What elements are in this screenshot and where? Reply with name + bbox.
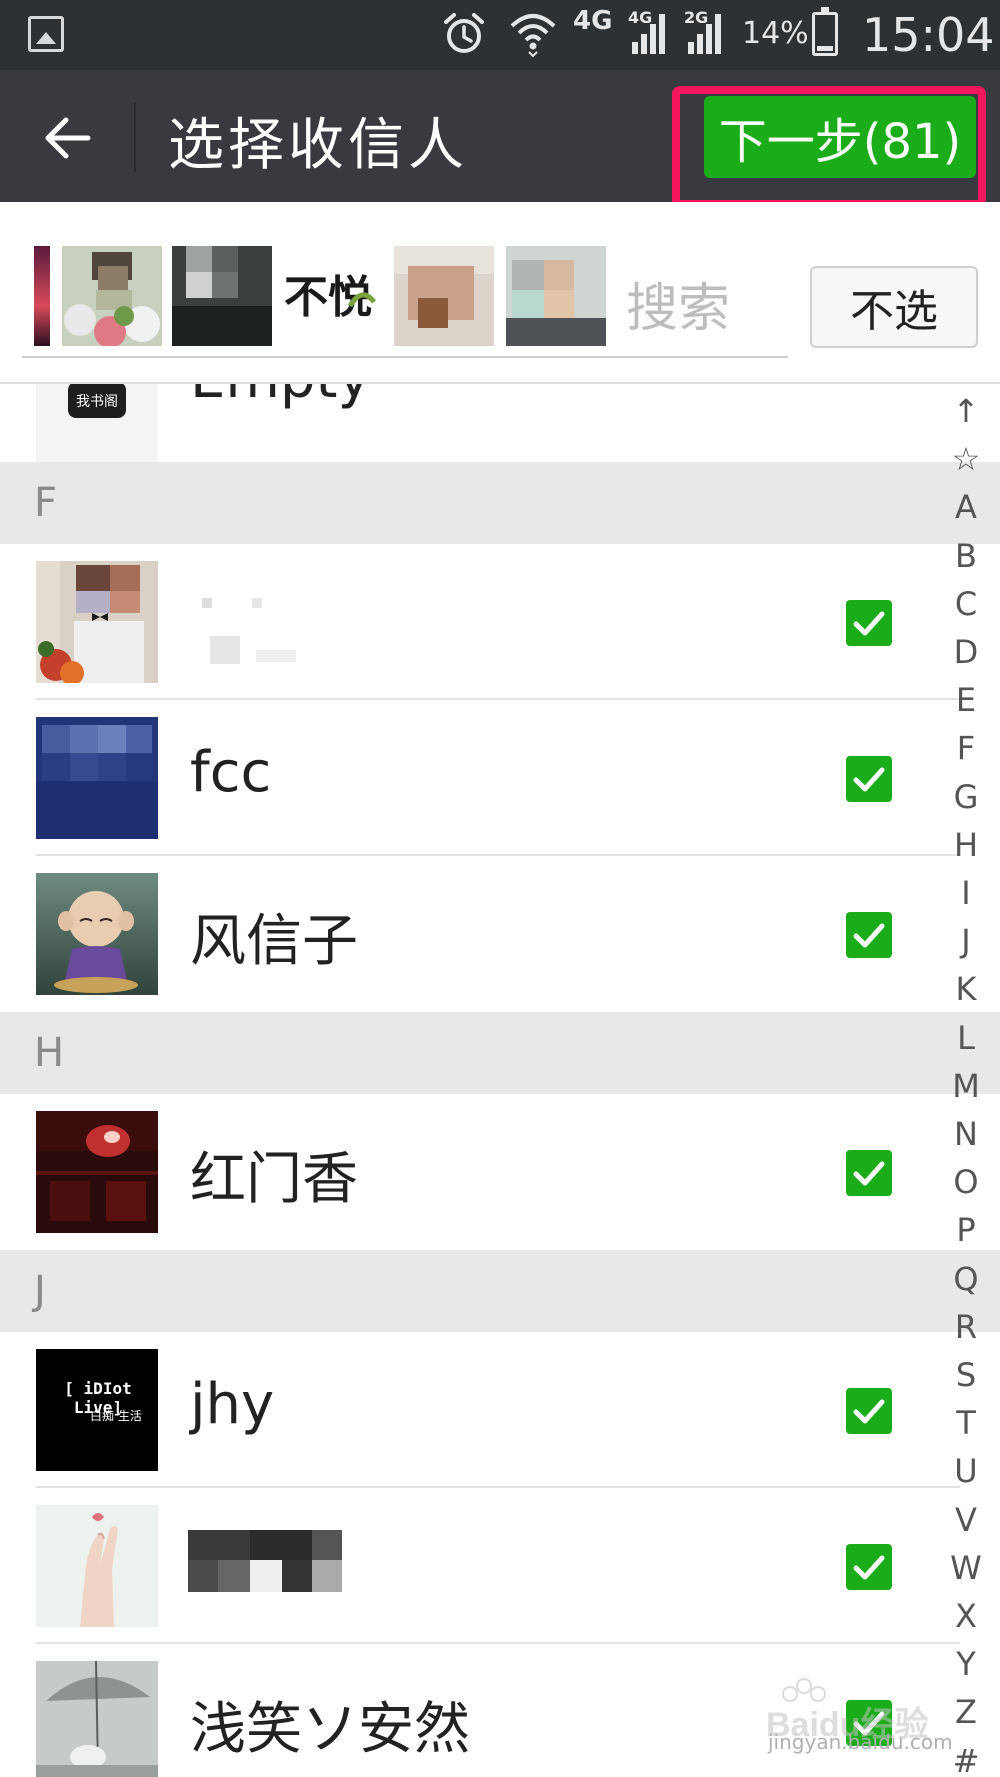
contact-avatar: [36, 1661, 158, 1777]
contact-name: fcc: [190, 740, 272, 805]
checkbox-checked-icon[interactable]: [846, 1388, 892, 1434]
network-type: 4G: [573, 6, 613, 36]
status-bar: 4G 4G 2G 14% 15:04: [0, 0, 1000, 70]
index-letter[interactable]: A: [940, 488, 992, 526]
contact-avatar: [ iDIot Live] 白痴 生活: [36, 1349, 158, 1471]
selected-avatar[interactable]: [394, 246, 494, 346]
checkbox-checked-icon[interactable]: [846, 912, 892, 958]
index-letter[interactable]: K: [940, 970, 992, 1008]
contact-name: 风信子: [190, 909, 358, 974]
index-letter[interactable]: X: [940, 1597, 992, 1635]
svg-text:我书阁: 我书阁: [76, 394, 118, 410]
checkbox-checked-icon[interactable]: [846, 1544, 892, 1590]
redacted-name-pixelation: [188, 1530, 374, 1592]
section-header: H: [0, 1012, 1000, 1094]
title-divider: [134, 102, 136, 172]
page-title: 选择收信人: [168, 113, 468, 178]
section-letter: J: [34, 1268, 46, 1314]
section-letter: H: [34, 1030, 65, 1076]
index-letter[interactable]: N: [940, 1115, 992, 1153]
selected-recipients-bar: 不悦 搜索 不选: [0, 202, 1000, 384]
list-item[interactable]: [ iDIot Live] 白痴 生活 jhy: [0, 1332, 1000, 1488]
list-item[interactable]: 风信子: [0, 856, 1000, 1012]
index-letter[interactable]: M: [940, 1067, 992, 1105]
index-letter[interactable]: ↑: [940, 392, 992, 430]
contact-name: Empty: [190, 384, 371, 411]
clock: 15:04: [862, 8, 995, 62]
selected-avatar[interactable]: [506, 246, 606, 346]
selected-avatar[interactable]: [62, 246, 162, 346]
contact-avatar: [36, 561, 158, 683]
alphabet-index-bar[interactable]: ↑ ☆ A B C D E F G H I J K L M N O P Q R S T U V W X Y Z #: [940, 384, 992, 1777]
index-letter[interactable]: F: [940, 729, 992, 767]
list-item[interactable]: [0, 1488, 1000, 1644]
index-letter[interactable]: P: [940, 1211, 992, 1249]
list-item[interactable]: fcc: [0, 700, 1000, 856]
selected-avatar[interactable]: 不悦: [282, 246, 382, 346]
signal-label: 4G: [628, 8, 653, 27]
watermark-url: jingyan.baidu.com: [768, 1730, 953, 1754]
checkbox-checked-icon[interactable]: [846, 756, 892, 802]
contact-avatar: [36, 1505, 158, 1627]
index-letter[interactable]: H: [940, 826, 992, 864]
index-letter[interactable]: C: [940, 585, 992, 623]
wifi-icon: [510, 14, 556, 58]
avatar-caption: 白痴 生活: [90, 1409, 142, 1423]
alarm-icon: [444, 13, 484, 53]
index-letter[interactable]: D: [940, 633, 992, 671]
checkbox-checked-icon[interactable]: [846, 1150, 892, 1196]
index-letter[interactable]: I: [940, 874, 992, 912]
checkbox-checked-icon[interactable]: [846, 600, 892, 646]
search-underline: [22, 356, 788, 358]
deselect-button[interactable]: 不选: [810, 266, 978, 348]
list-item[interactable]: 我书阁 Empty: [0, 384, 1000, 474]
contact-name: 浅笑ソ安然: [190, 1697, 470, 1762]
index-letter[interactable]: J: [940, 922, 992, 960]
index-letter[interactable]: V: [940, 1501, 992, 1539]
index-letter[interactable]: R: [940, 1308, 992, 1346]
list-item[interactable]: 红门香: [0, 1094, 1000, 1250]
index-letter[interactable]: B: [940, 537, 992, 575]
index-letter[interactable]: T: [940, 1404, 992, 1442]
search-input[interactable]: 搜索: [626, 266, 730, 341]
index-letter[interactable]: O: [940, 1163, 992, 1201]
signal-label: 2G: [684, 8, 709, 27]
annotation-highlight-box: [672, 86, 986, 208]
index-letter[interactable]: E: [940, 681, 992, 719]
battery-percent: 14%: [742, 16, 809, 51]
index-letter[interactable]: W: [940, 1549, 992, 1587]
contact-name: 红门香: [190, 1147, 358, 1212]
index-letter[interactable]: Q: [940, 1260, 992, 1298]
section-header: J: [0, 1250, 1000, 1332]
index-letter[interactable]: S: [940, 1356, 992, 1394]
contact-avatar: [36, 873, 158, 995]
selected-avatar[interactable]: [172, 246, 272, 346]
index-letter[interactable]: ☆: [940, 440, 992, 478]
contact-avatar: 我书阁: [36, 384, 158, 474]
section-header: F: [0, 462, 1000, 544]
index-letter[interactable]: L: [940, 1019, 992, 1057]
section-letter: F: [34, 480, 58, 526]
contact-avatar: [36, 1111, 158, 1233]
list-item[interactable]: [0, 544, 1000, 700]
contact-list: 我书阁 Empty F: [0, 384, 1000, 1777]
redacted-name-blur: [202, 598, 296, 664]
gallery-notification-icon: [28, 16, 64, 52]
contact-avatar: [36, 717, 158, 839]
battery-icon: [812, 7, 838, 56]
battery-level: [817, 46, 833, 51]
back-arrow-icon[interactable]: [30, 100, 106, 176]
selected-avatar[interactable]: [34, 246, 50, 346]
index-letter[interactable]: G: [940, 778, 992, 816]
contact-name: jhy: [190, 1372, 275, 1437]
index-letter[interactable]: U: [940, 1452, 992, 1490]
